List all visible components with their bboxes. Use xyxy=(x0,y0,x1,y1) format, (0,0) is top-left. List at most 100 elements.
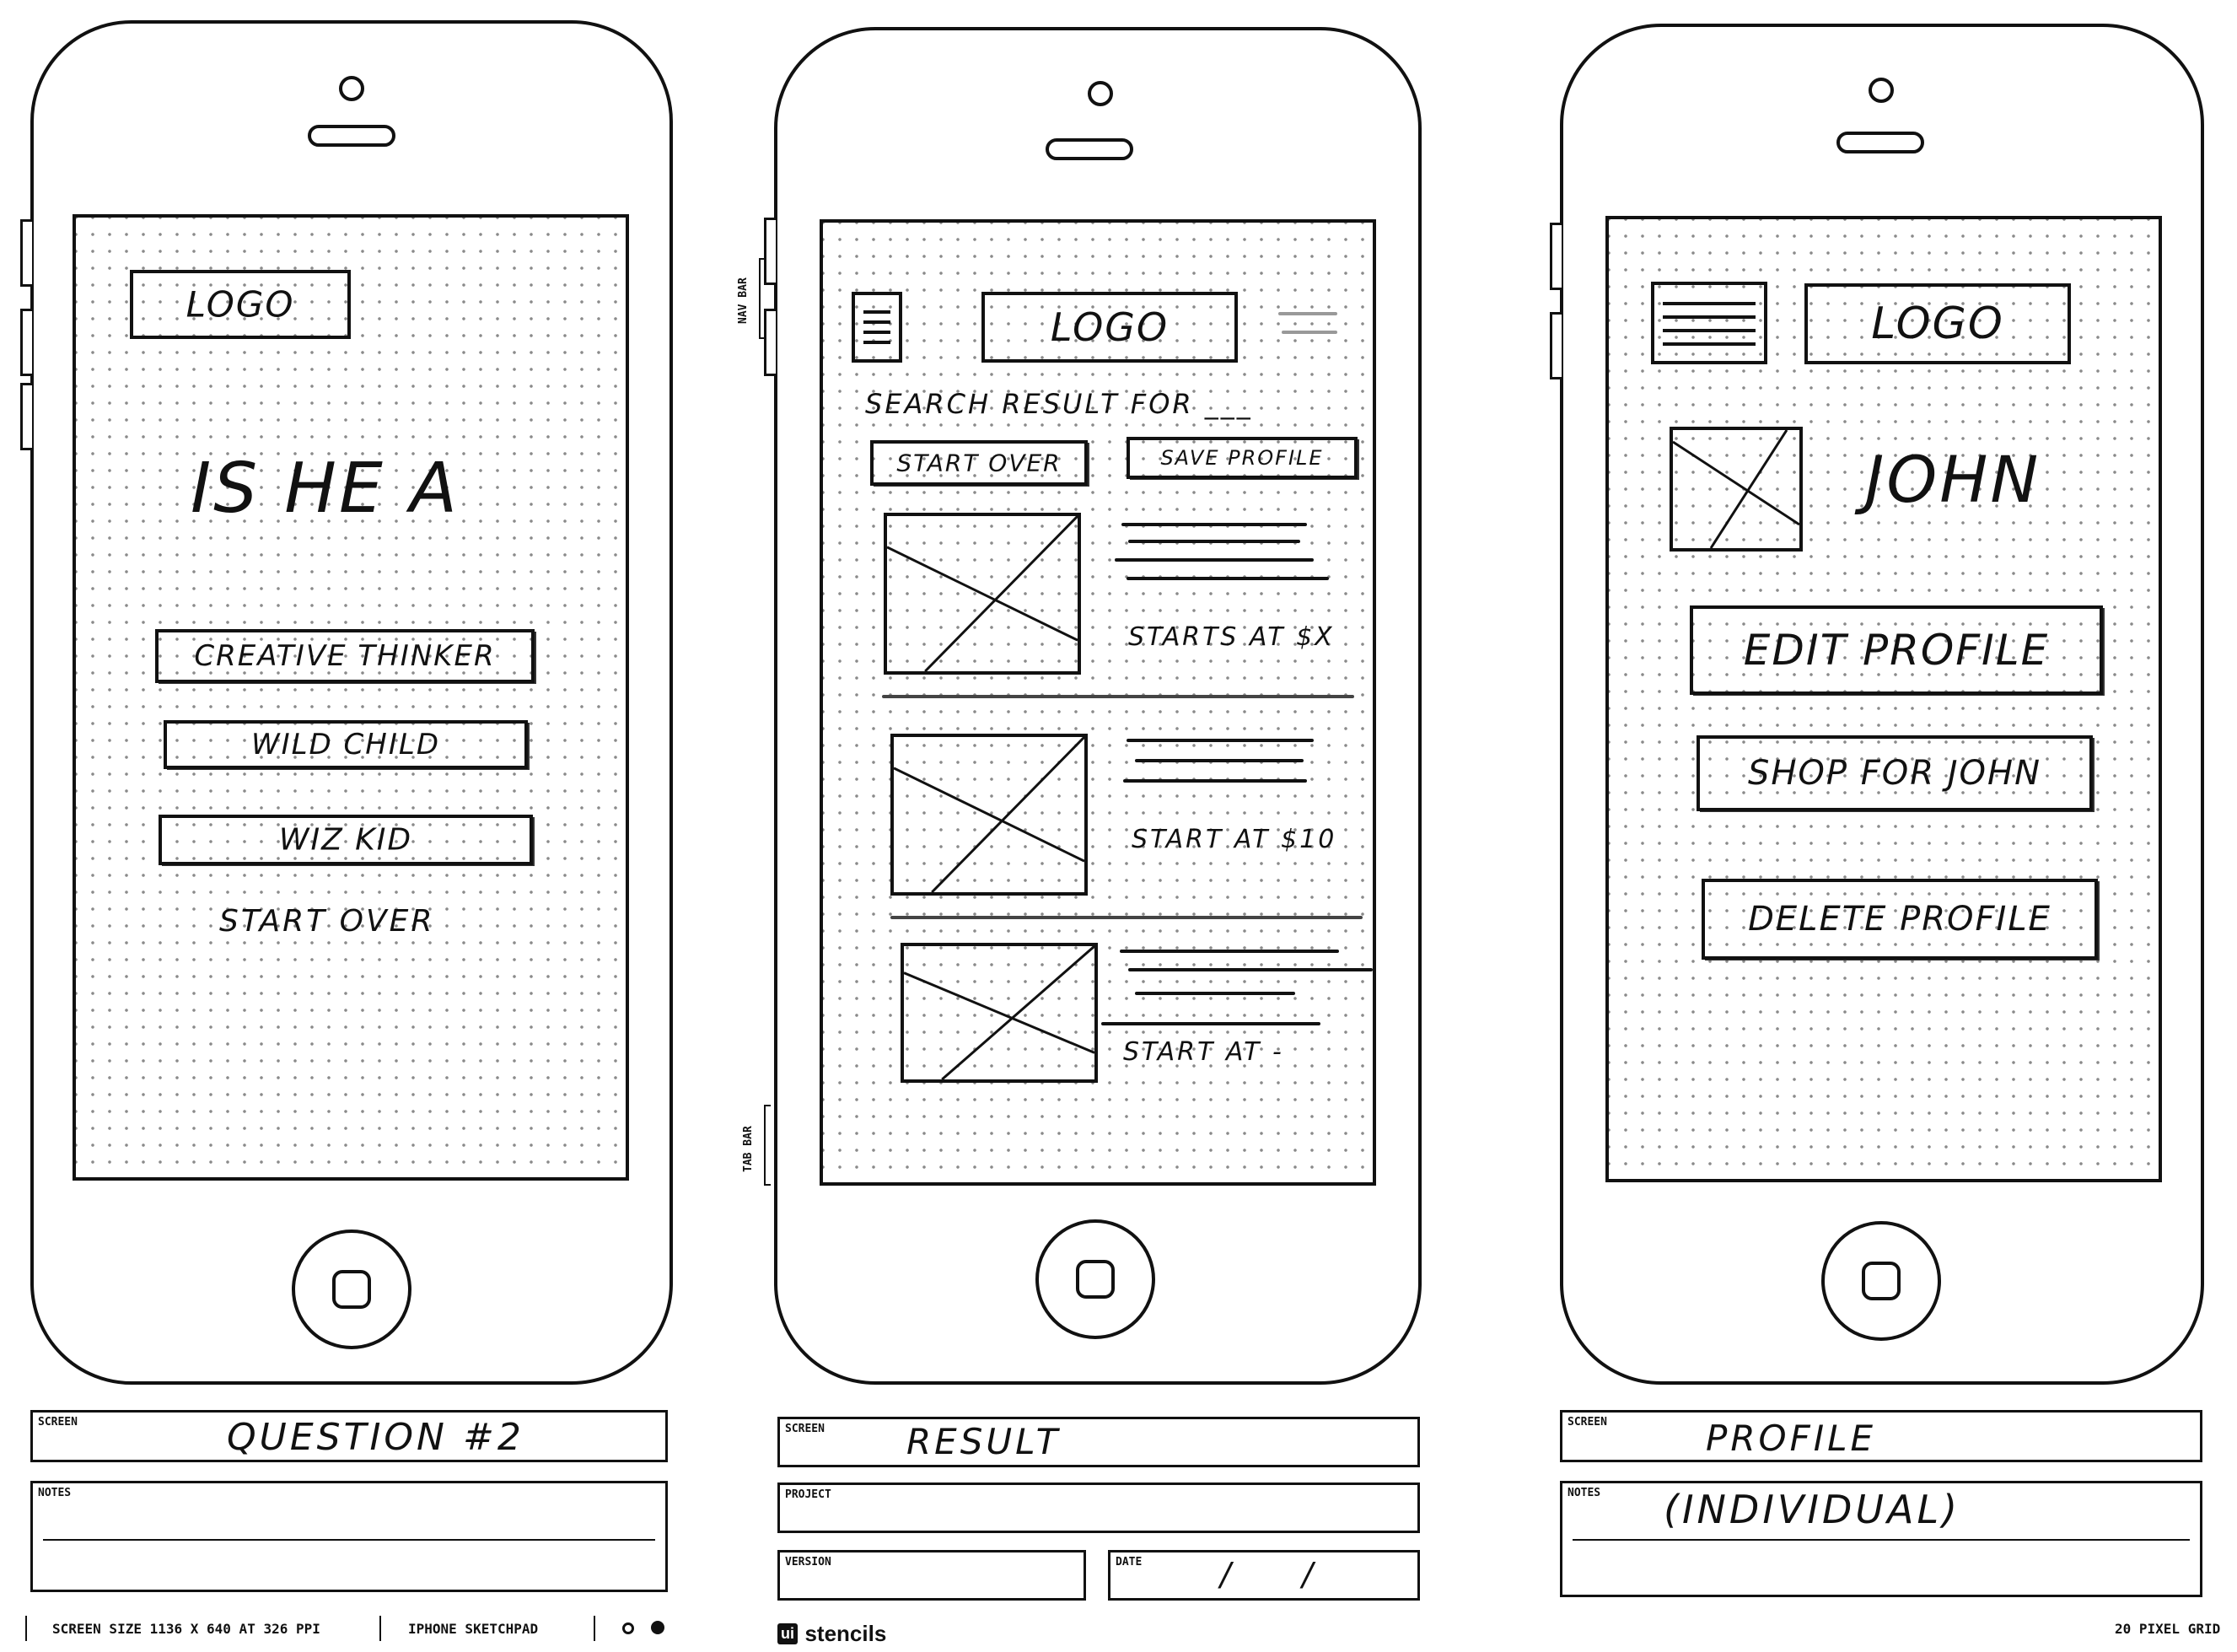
volume-button xyxy=(20,383,32,450)
home-button[interactable] xyxy=(1035,1219,1155,1339)
button-label: DELETE PROFILE xyxy=(1748,900,2051,939)
footer-separator xyxy=(594,1616,595,1641)
speaker-grille xyxy=(1046,138,1133,160)
logo-text: LOGO xyxy=(1050,304,1170,350)
volume-button xyxy=(764,218,776,285)
logo-text: LOGO xyxy=(186,283,295,326)
screen-field-value: PROFILE xyxy=(1706,1418,1877,1459)
option-label: CREATIVE THINKER xyxy=(194,639,496,673)
phone-screen-1: LOGO IS HE A CREATIVE THINKER WILD CHILD… xyxy=(73,214,629,1181)
footer-separator xyxy=(379,1616,381,1641)
project-field[interactable]: PROJECT xyxy=(777,1482,1420,1533)
option-button-wiz-kid[interactable]: WIZ KID xyxy=(159,815,533,865)
logo-box: LOGO xyxy=(1804,283,2071,364)
scribble-line xyxy=(1127,739,1314,742)
scribble-line xyxy=(1123,779,1307,783)
button-label: START OVER xyxy=(896,449,1062,477)
home-button-icon xyxy=(332,1270,371,1309)
button-label: SHOP FOR JOHN xyxy=(1747,754,2042,793)
scribble-line xyxy=(1282,331,1337,334)
brand-badge: ui xyxy=(777,1623,798,1644)
notes-field[interactable]: NOTES (INDIVIDUAL) xyxy=(1560,1481,2202,1597)
logo-text: LOGO xyxy=(1871,299,2004,349)
result-image-placeholder xyxy=(890,734,1088,896)
scribble-line xyxy=(1120,950,1339,953)
nav-bar-label: NAV BAR xyxy=(737,277,750,324)
scribble-line xyxy=(1101,1022,1320,1025)
home-button-icon xyxy=(1862,1262,1901,1300)
result-price: START AT - xyxy=(1123,1037,1284,1067)
camera-icon xyxy=(339,76,364,101)
speaker-grille xyxy=(308,125,395,147)
screen-field[interactable]: SCREEN PROFILE xyxy=(1560,1410,2202,1462)
scribble-line xyxy=(1127,577,1329,580)
home-button[interactable] xyxy=(1821,1221,1941,1341)
start-over-link[interactable]: START OVER xyxy=(219,904,434,939)
tab-bar-label: TAB BAR xyxy=(742,1126,755,1172)
button-label: SAVE PROFILE xyxy=(1160,446,1324,470)
edit-profile-button[interactable]: EDIT PROFILE xyxy=(1690,605,2103,695)
notes-field-value: (INDIVIDUAL) xyxy=(1664,1487,1961,1532)
button-label: EDIT PROFILE xyxy=(1743,626,2050,675)
camera-icon xyxy=(1869,78,1894,103)
screen-field-value: RESULT xyxy=(906,1421,1062,1462)
notes-field[interactable]: NOTES xyxy=(30,1481,668,1592)
option-label: WILD CHILD xyxy=(250,728,441,761)
scribble-line xyxy=(1128,968,1373,971)
volume-button xyxy=(1550,223,1562,290)
scribble-line xyxy=(1128,540,1300,543)
hamburger-menu-icon[interactable] xyxy=(1651,282,1767,364)
save-profile-button[interactable]: SAVE PROFILE xyxy=(1127,437,1358,479)
grid-size-text: 20 PIXEL GRID xyxy=(2115,1621,2221,1637)
screen-field-value: QUESTION #2 xyxy=(227,1416,524,1459)
hamburger-menu-icon[interactable] xyxy=(852,292,902,363)
volume-button xyxy=(1550,312,1562,379)
record-icon xyxy=(651,1621,664,1634)
divider-line xyxy=(882,695,1354,698)
screen-field-label: SCREEN xyxy=(38,1416,78,1429)
volume-button xyxy=(20,309,32,376)
notes-field-label: NOTES xyxy=(1568,1487,1601,1499)
result-price: STARTS AT $X xyxy=(1128,622,1335,652)
logo-box: LOGO xyxy=(981,292,1238,363)
result-image-placeholder xyxy=(884,513,1081,675)
volume-button xyxy=(764,309,776,376)
scribble-line xyxy=(1278,312,1337,315)
date-field-value: / / xyxy=(1220,1556,1317,1593)
phone-screen-3: LOGO JOHN EDIT PROFILE SHOP FOR JOHN DEL… xyxy=(1605,216,2162,1182)
screen-field[interactable]: SCREEN RESULT xyxy=(777,1417,1420,1467)
notes-line xyxy=(1573,1539,2190,1541)
question-heading: IS HE A xyxy=(191,449,460,529)
start-over-button[interactable]: START OVER xyxy=(870,440,1088,486)
notes-line xyxy=(43,1539,655,1541)
search-result-text: SEARCH RESULT FOR ___ xyxy=(865,388,1253,420)
camera-icon xyxy=(1088,81,1113,106)
screen-field[interactable]: SCREEN QUESTION #2 xyxy=(30,1410,668,1462)
footer-separator xyxy=(25,1616,27,1641)
home-button-icon xyxy=(1076,1260,1115,1299)
profile-name: JOHN xyxy=(1865,442,2041,517)
option-button-creative-thinker[interactable]: CREATIVE THINKER xyxy=(155,629,535,683)
date-field[interactable]: DATE / / xyxy=(1108,1550,1420,1601)
tab-bar-bracket xyxy=(764,1105,771,1186)
notes-field-label: NOTES xyxy=(38,1487,72,1499)
shop-for-john-button[interactable]: SHOP FOR JOHN xyxy=(1697,735,2093,811)
speaker-grille xyxy=(1836,132,1924,153)
divider-line xyxy=(890,916,1363,919)
result-price: START AT $10 xyxy=(1132,825,1337,854)
screen-field-label: SCREEN xyxy=(1568,1416,1607,1429)
sketchpad-text: IPHONE SKETCHPAD xyxy=(408,1621,539,1637)
scribble-line xyxy=(1121,523,1307,526)
option-button-wild-child[interactable]: WILD CHILD xyxy=(164,720,528,769)
settings-icon xyxy=(622,1622,634,1634)
scribble-line xyxy=(1115,558,1314,562)
delete-profile-button[interactable]: DELETE PROFILE xyxy=(1702,879,2098,960)
project-field-label: PROJECT xyxy=(785,1488,831,1501)
avatar-image-placeholder xyxy=(1670,427,1803,552)
logo-box: LOGO xyxy=(130,270,351,339)
home-button[interactable] xyxy=(292,1230,411,1349)
version-field-label: VERSION xyxy=(785,1556,831,1569)
brand-name: stencils xyxy=(804,1621,887,1646)
version-field[interactable]: VERSION xyxy=(777,1550,1086,1601)
screen-field-label: SCREEN xyxy=(785,1423,825,1435)
